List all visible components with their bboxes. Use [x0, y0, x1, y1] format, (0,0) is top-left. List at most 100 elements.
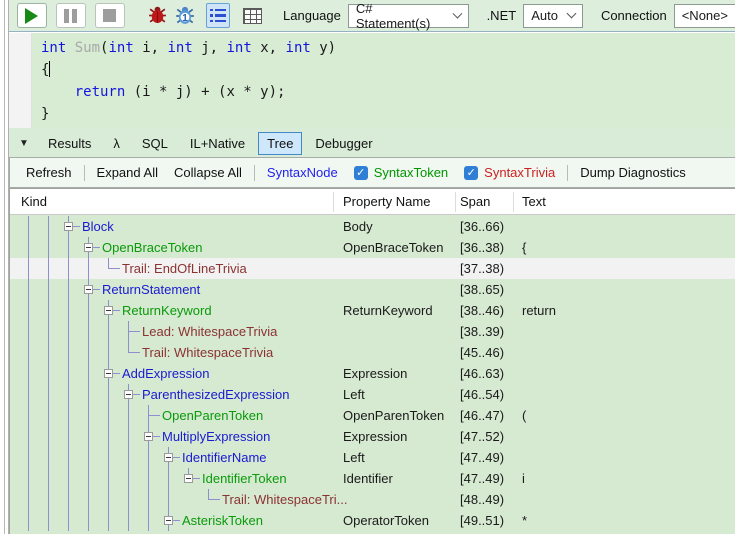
- connection-dropdown[interactable]: <None>: [674, 4, 735, 28]
- connection-label: Connection: [601, 8, 667, 23]
- rich-text-results-button[interactable]: [206, 3, 231, 28]
- tab-debugger[interactable]: Debugger: [306, 132, 381, 155]
- collapse-panel-icon[interactable]: ▼: [19, 138, 35, 149]
- span-cell: [45..46): [460, 342, 504, 363]
- tree-row[interactable]: Trail: EndOfLineTrivia[37..38): [10, 258, 735, 279]
- tree-row[interactable]: ReturnKeywordReturnKeyword[38..46)return: [10, 300, 735, 321]
- dotnet-version-dropdown[interactable]: Auto: [523, 4, 583, 28]
- collapse-node-box[interactable]: [104, 369, 113, 378]
- language-dropdown[interactable]: C# Statement(s): [348, 4, 469, 28]
- toolbar-divider: [84, 165, 85, 181]
- span-cell: [38..46): [460, 300, 504, 321]
- tree-guide-line: [68, 237, 69, 258]
- column-separator[interactable]: [333, 192, 334, 212]
- kind-cell: AsteriskToken: [182, 510, 263, 531]
- tree-row[interactable]: BlockBody[36..66): [10, 216, 735, 237]
- collapse-node-box[interactable]: [144, 432, 153, 441]
- tree-guide-line: [148, 510, 149, 531]
- tree-row[interactable]: ReturnStatement[38..65): [10, 279, 735, 300]
- collapse-node-box[interactable]: [64, 222, 73, 231]
- span-cell: [36..66): [460, 216, 504, 237]
- collapse-node-box[interactable]: [164, 453, 173, 462]
- tab-sql[interactable]: SQL: [133, 132, 177, 155]
- tree-guide-line: [28, 426, 29, 447]
- tree-row[interactable]: OpenBraceTokenOpenBraceToken[36..38){: [10, 237, 735, 258]
- tree-guide-line: [68, 258, 69, 279]
- tree-guide-line: [28, 384, 29, 405]
- tree-row[interactable]: Trail: WhitespaceTrivia[45..46): [10, 342, 735, 363]
- tree-guide-line: [168, 468, 169, 489]
- tree-connector: [193, 478, 200, 479]
- column-separator[interactable]: [455, 192, 456, 212]
- tree-row[interactable]: AddExpressionExpression[46..63): [10, 363, 735, 384]
- property-cell: Expression: [343, 363, 407, 384]
- tree-row[interactable]: MultiplyExpressionExpression[47..52): [10, 426, 735, 447]
- collapse-node-box[interactable]: [124, 390, 133, 399]
- span-cell: [47..49): [460, 468, 504, 489]
- dump-diagnostics-button[interactable]: Dump Diagnostics: [580, 165, 686, 180]
- tree-guide-line: [108, 405, 109, 426]
- tree-guide-line: [88, 405, 89, 426]
- property-cell: OpenBraceToken: [343, 237, 443, 258]
- language-value: C# Statement(s): [356, 1, 444, 31]
- grid-view-icon: [243, 8, 262, 24]
- pause-button[interactable]: [56, 3, 86, 28]
- bug-button[interactable]: [147, 5, 168, 26]
- syntax-trivia-checkbox[interactable]: ✓: [464, 166, 478, 180]
- run-button[interactable]: [17, 3, 47, 28]
- results-tab-bar: ▼ ResultsλSQLIL+NativeTreeDebugger: [9, 128, 735, 158]
- collapse-all-button[interactable]: Collapse All: [174, 165, 242, 180]
- tree-row[interactable]: ParenthesizedExpressionLeft[46..54): [10, 384, 735, 405]
- tree-guide-line: [28, 216, 29, 237]
- collapse-node-box[interactable]: [164, 516, 173, 525]
- refresh-button[interactable]: Refresh: [26, 165, 72, 180]
- tab-il-native[interactable]: IL+Native: [181, 132, 254, 155]
- tree-connector: [209, 499, 220, 500]
- code-token: x,: [252, 40, 286, 56]
- tab-results[interactable]: Results: [39, 132, 100, 155]
- collapse-node-box[interactable]: [184, 474, 193, 483]
- kind-cell: Trail: EndOfLineTrivia: [122, 258, 247, 279]
- text-cell: return: [522, 300, 556, 321]
- editor-gutter: [9, 33, 32, 128]
- tab--[interactable]: λ: [104, 132, 129, 155]
- debug-button[interactable]: 1: [174, 5, 196, 27]
- tree-row[interactable]: AsteriskTokenOperatorToken[49..51)*: [10, 510, 735, 531]
- column-separator[interactable]: [513, 192, 514, 212]
- code-text-area[interactable]: int Sum(int i, int j, int x, int y){ ret…: [32, 33, 735, 128]
- tree-guide-line: [68, 342, 69, 363]
- expand-all-button[interactable]: Expand All: [97, 165, 158, 180]
- span-cell: [46..63): [460, 363, 504, 384]
- collapse-node-box[interactable]: [104, 306, 113, 315]
- window-left-gutter: [0, 0, 9, 534]
- tree-body: BlockBody[36..66)OpenBraceTokenOpenBrace…: [10, 216, 735, 534]
- tree-guide-line: [88, 447, 89, 468]
- tree-connector: [133, 394, 140, 395]
- kind-cell: IdentifierToken: [202, 468, 287, 489]
- stop-button[interactable]: [95, 3, 125, 28]
- tree-row[interactable]: IdentifierNameLeft[47..49): [10, 447, 735, 468]
- column-header-span: Span: [460, 189, 490, 215]
- tab-tree[interactable]: Tree: [258, 132, 302, 155]
- tree-row[interactable]: OpenParenTokenOpenParenToken[46..47)(: [10, 405, 735, 426]
- tree-row[interactable]: IdentifierTokenIdentifier[47..49)i: [10, 468, 735, 489]
- tree-guide-line: [168, 489, 169, 510]
- syntax-token-checkbox[interactable]: ✓: [354, 166, 368, 180]
- tree-connector: [109, 268, 120, 269]
- tree-guide-line: [128, 447, 129, 468]
- data-grid-results-button[interactable]: [240, 3, 265, 28]
- play-icon: [25, 8, 38, 24]
- tree-guide-line: [108, 426, 109, 447]
- collapse-node-box[interactable]: [84, 243, 93, 252]
- tree-guide-line: [28, 258, 29, 279]
- syntax-trivia-label[interactable]: SyntaxTrivia: [484, 165, 555, 180]
- tree-guide-line: [68, 426, 69, 447]
- main-toolbar: 1 Language C# Statement(s) .NET Auto Con…: [9, 0, 735, 32]
- syntax-token-label[interactable]: SyntaxToken: [374, 165, 448, 180]
- code-token: int: [286, 40, 311, 56]
- collapse-node-box[interactable]: [84, 285, 93, 294]
- syntax-node-label[interactable]: SyntaxNode: [267, 165, 338, 180]
- tree-row[interactable]: Trail: WhitespaceTri...[48..49): [10, 489, 735, 510]
- tree-guide-line: [88, 426, 89, 447]
- tree-row[interactable]: Lead: WhitespaceTrivia[38..39): [10, 321, 735, 342]
